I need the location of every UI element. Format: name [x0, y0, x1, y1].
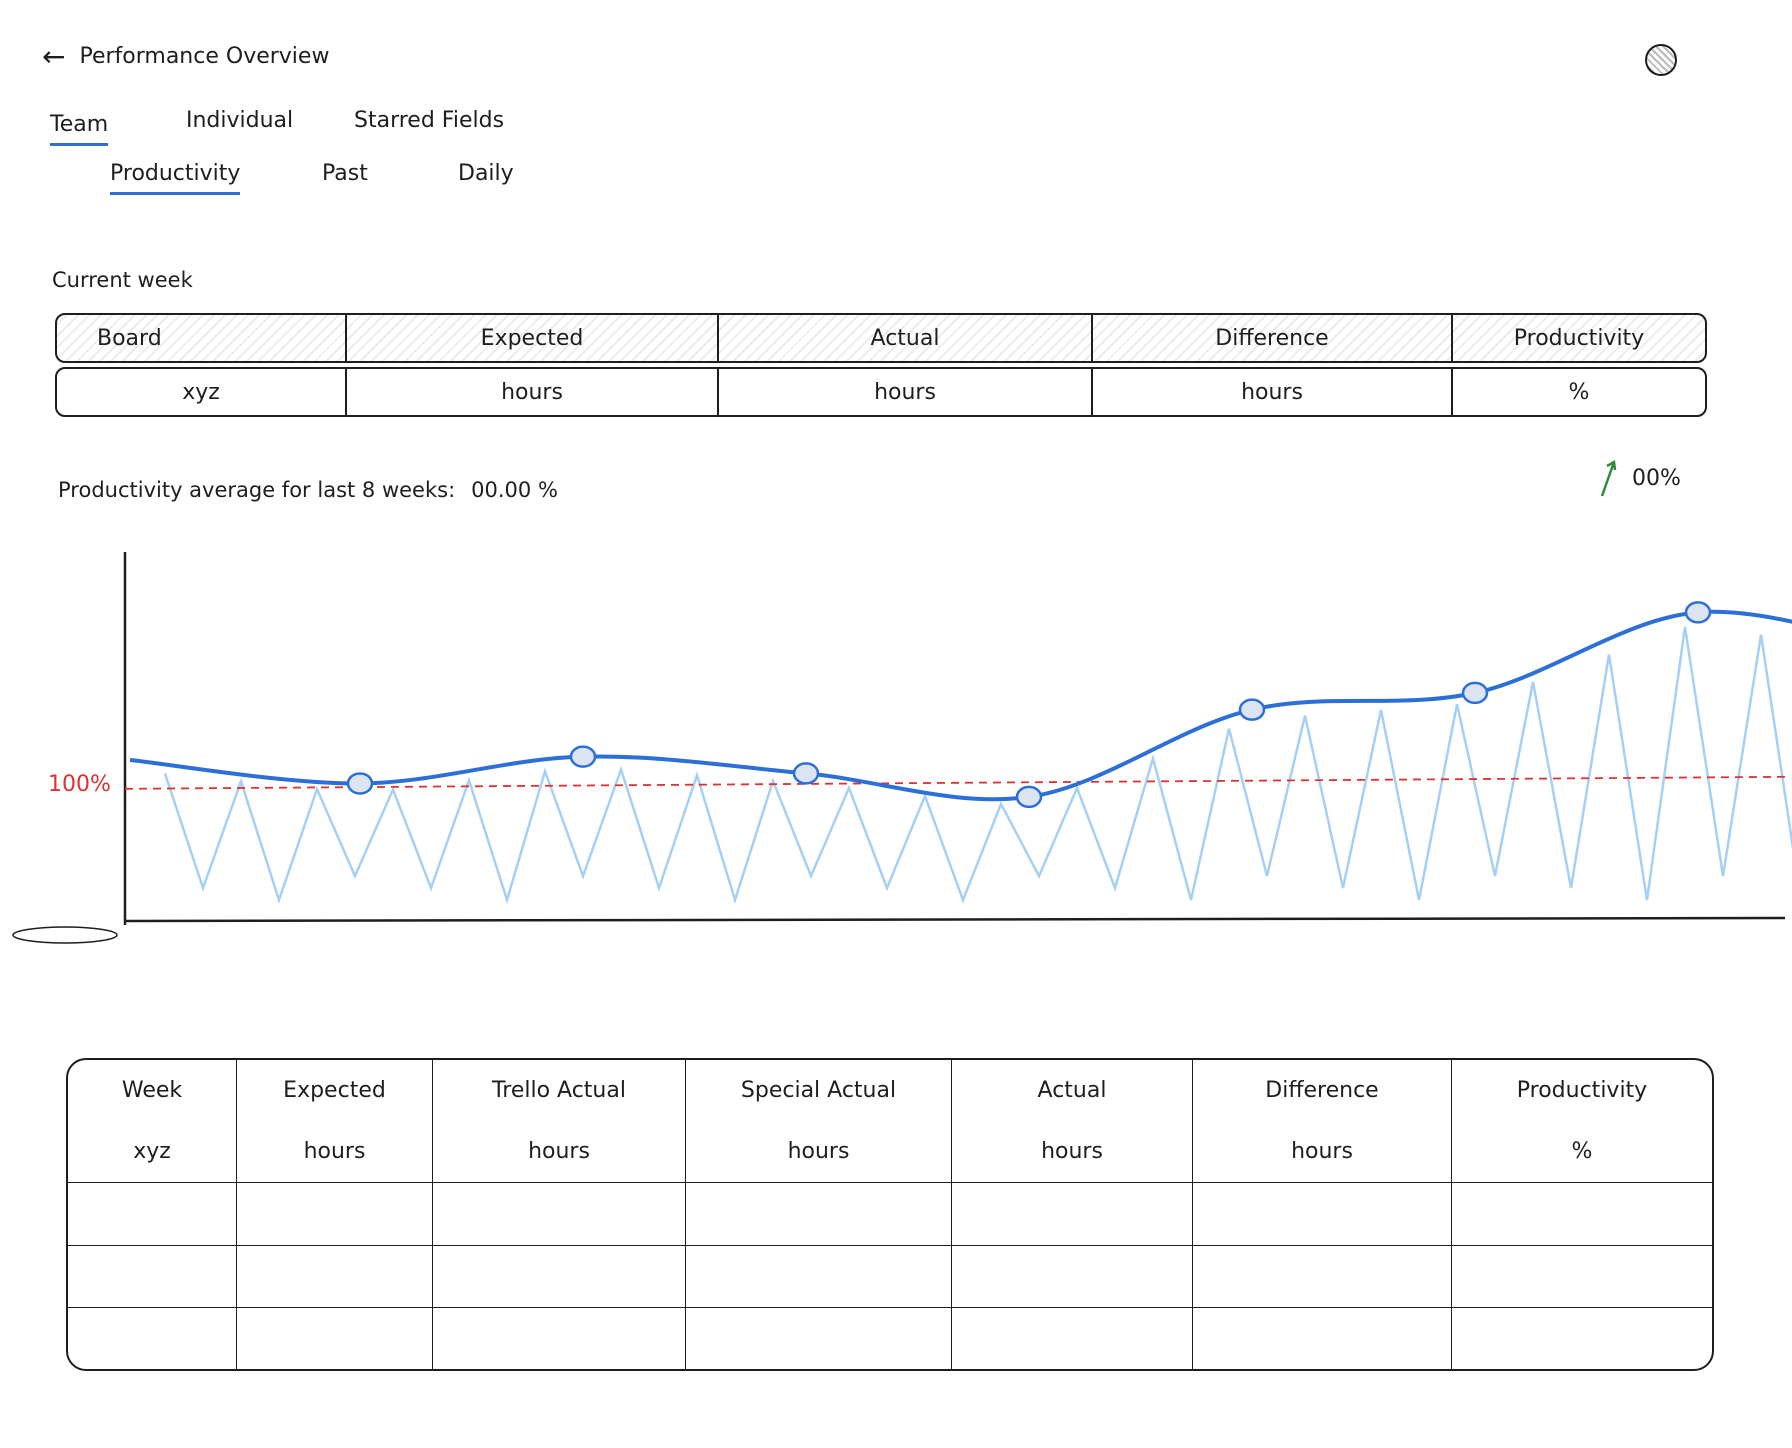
- weekly-cell: [1192, 1245, 1452, 1308]
- weekly-header-2: Trello Actual: [432, 1060, 686, 1122]
- back-nav[interactable]: ← Performance Overview: [42, 42, 330, 70]
- tab-individual[interactable]: Individual: [186, 108, 293, 139]
- weekly-cell: hours: [951, 1121, 1193, 1184]
- weekly-cell: [432, 1307, 686, 1369]
- trend-indicator: 00%: [1598, 458, 1681, 498]
- weekly-header-0: Week: [68, 1060, 237, 1122]
- productivity-chart: 100%: [12, 552, 1792, 944]
- weekly-table-header: Week Expected Trello Actual Special Actual A…: [68, 1060, 1712, 1122]
- weekly-cell: [68, 1307, 237, 1369]
- weekly-header-5: Difference: [1192, 1060, 1452, 1122]
- weekly-cell: [68, 1245, 237, 1308]
- weekly-cell: hours: [1192, 1121, 1452, 1184]
- tab-daily[interactable]: Daily: [458, 161, 514, 192]
- weekly-cell: [1451, 1245, 1712, 1308]
- avatar-icon[interactable]: [1645, 44, 1677, 76]
- weekly-cell: [1192, 1182, 1452, 1246]
- weekly-cell: [951, 1307, 1193, 1369]
- data-point[interactable]: [1238, 698, 1266, 721]
- axis-origin-loop: [12, 926, 118, 944]
- cell-productivity: %: [1568, 379, 1590, 405]
- tab-team[interactable]: Team: [50, 112, 109, 146]
- weekly-header-4: Actual: [951, 1060, 1193, 1122]
- current-week-label: Current week: [52, 268, 193, 292]
- x-axis: [124, 916, 1786, 923]
- weekly-cell: [1192, 1307, 1452, 1369]
- weekly-header-3: Special Actual: [685, 1060, 952, 1122]
- weekly-header-6: Productivity: [1516, 1078, 1648, 1104]
- current-week-header-row: Board Expected Actual Difference Product…: [55, 313, 1707, 363]
- current-week-row: xyz hours hours hours %: [55, 367, 1707, 417]
- weekly-cell: [236, 1245, 433, 1308]
- tab-starred-fields[interactable]: Starred Fields: [354, 108, 504, 139]
- weekly-table: Week Expected Trello Actual Special Actual A…: [66, 1058, 1714, 1371]
- data-point[interactable]: [1461, 681, 1489, 705]
- cell-board: xyz: [57, 369, 347, 415]
- weekly-cell: [951, 1182, 1193, 1246]
- weekly-cell: [432, 1245, 686, 1308]
- trend-value: 00%: [1632, 465, 1681, 491]
- up-arrow-icon: [1600, 459, 1617, 497]
- chart-points: [346, 601, 1712, 809]
- table-row: [68, 1182, 1712, 1246]
- productivity-average: Productivity average for last 8 weeks: 0…: [58, 478, 558, 502]
- cell-difference: hours: [1093, 369, 1453, 415]
- weekly-cell: hours: [236, 1121, 433, 1184]
- page-title: Performance Overview: [79, 44, 330, 69]
- left-arrow-icon[interactable]: ←: [42, 42, 65, 70]
- table-row: xyz hours hours hours hours hours%: [68, 1121, 1712, 1184]
- weekly-cell: [951, 1245, 1193, 1308]
- data-point[interactable]: [569, 745, 597, 768]
- table-row: [68, 1245, 1712, 1308]
- weekly-cell: [68, 1182, 237, 1246]
- header-productivity: Productivity: [1513, 325, 1645, 351]
- header-actual: Actual: [719, 315, 1093, 361]
- weekly-cell: [1452, 1307, 1713, 1369]
- weekly-cell: hours: [685, 1121, 952, 1184]
- series-line: [129, 609, 1792, 802]
- table-row: [68, 1307, 1712, 1369]
- weekly-header-1: Expected: [236, 1060, 433, 1122]
- cell-actual: hours: [719, 369, 1093, 415]
- reference-label: 100%: [48, 772, 111, 797]
- data-point[interactable]: [346, 772, 374, 795]
- cell-expected: hours: [347, 369, 719, 415]
- header-expected: Expected: [347, 315, 719, 361]
- data-point[interactable]: [1015, 785, 1043, 809]
- tab-productivity[interactable]: Productivity: [110, 161, 241, 195]
- weekly-cell: %: [1451, 1121, 1712, 1184]
- weekly-cell: [432, 1182, 686, 1246]
- weekly-cell: [236, 1307, 433, 1369]
- header-difference: Difference: [1093, 315, 1453, 361]
- average-label: Productivity average for last 8 weeks:: [58, 478, 456, 502]
- weekly-cell: [685, 1307, 952, 1369]
- header-board: Board: [57, 315, 347, 361]
- weekly-cell: xyz: [68, 1121, 237, 1184]
- weekly-cell: [685, 1245, 952, 1308]
- weekly-cell: [236, 1182, 433, 1246]
- data-point[interactable]: [1684, 601, 1712, 624]
- weekly-cell: [685, 1182, 952, 1246]
- tab-past[interactable]: Past: [322, 161, 368, 192]
- weekly-cell: hours: [432, 1121, 686, 1184]
- data-point[interactable]: [792, 762, 820, 785]
- average-value: 00.00 %: [471, 478, 558, 502]
- weekly-cell: [1451, 1182, 1712, 1246]
